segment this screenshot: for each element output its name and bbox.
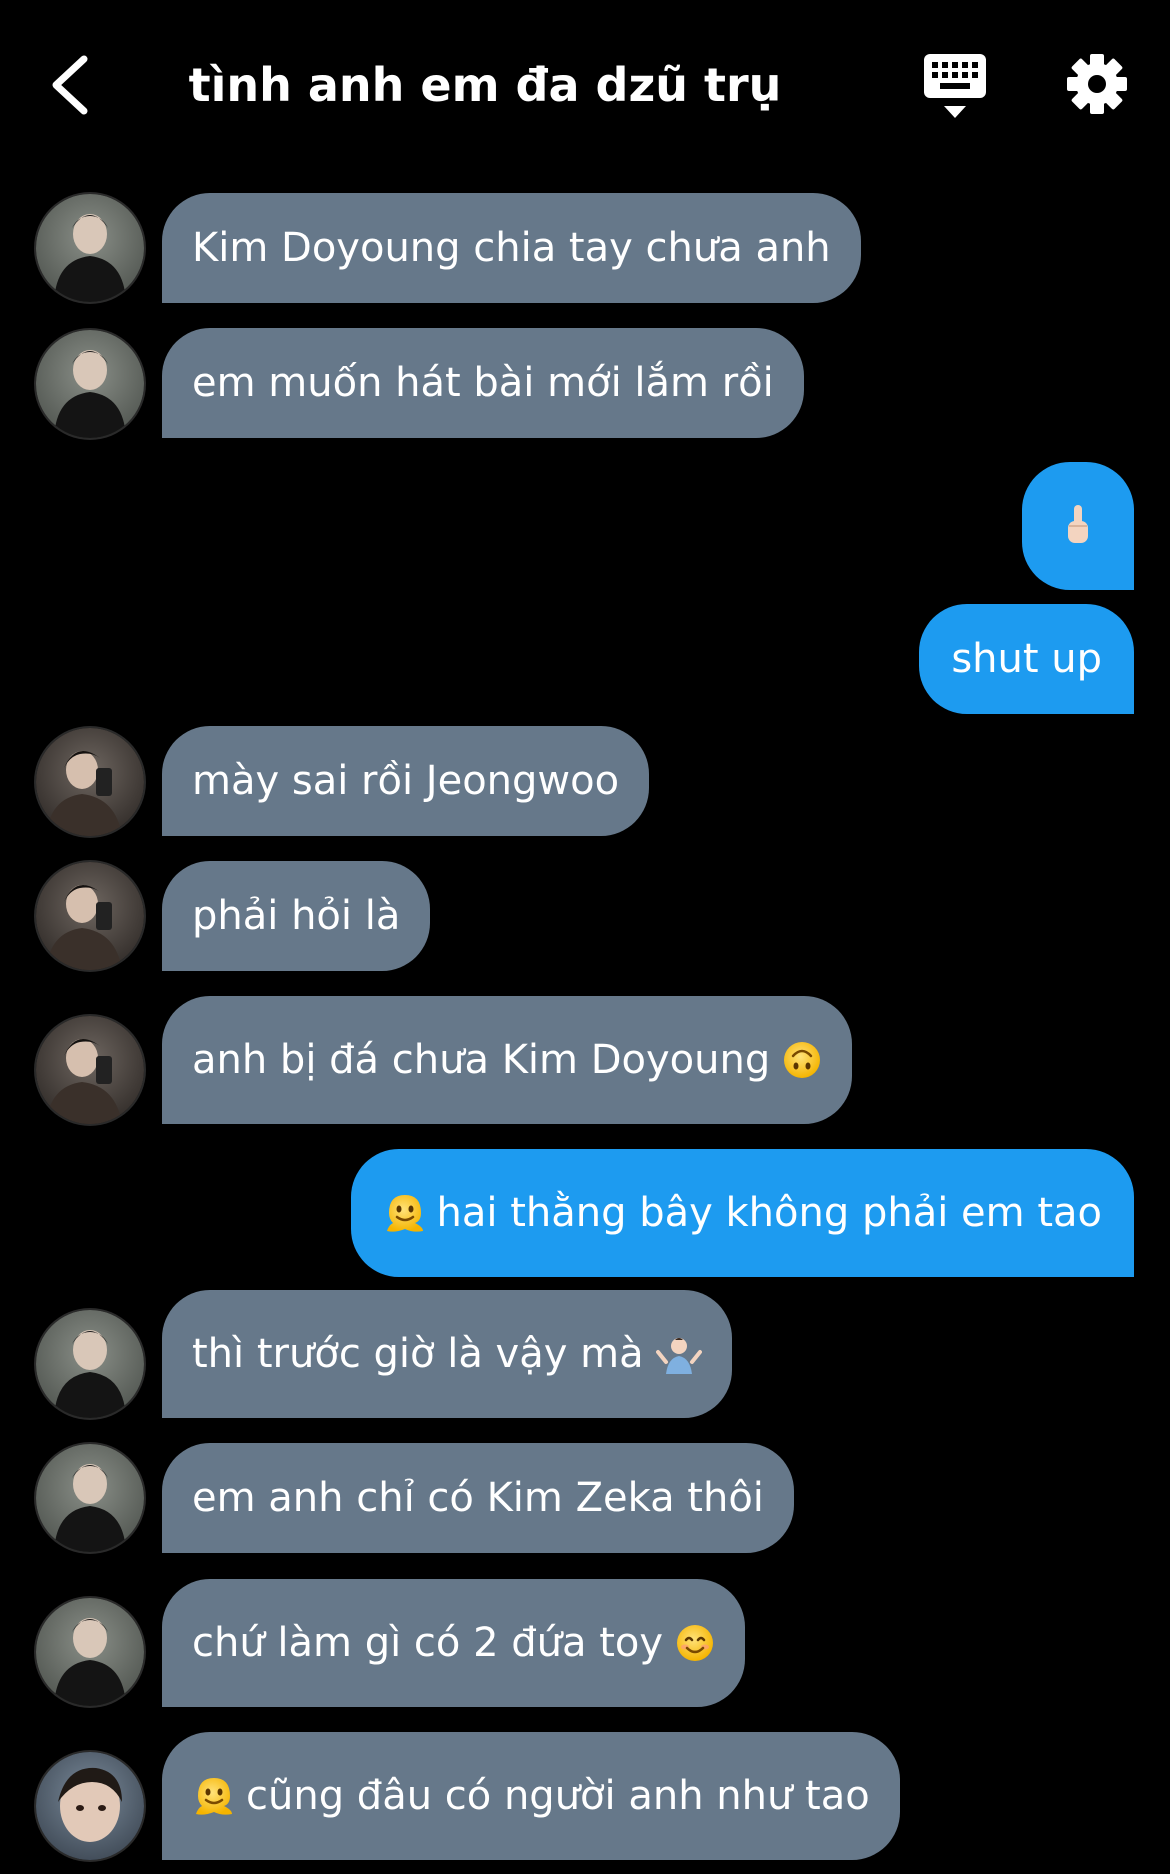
message-text: cũng đâu có người anh như tao <box>246 1773 870 1819</box>
message-text: shut up <box>951 636 1102 682</box>
message-bubble-incoming[interactable]: thì trước giờ là vậy mà <box>162 1290 732 1418</box>
message-bubble-outgoing[interactable]: shut up <box>919 604 1134 714</box>
settings-button[interactable] <box>1065 52 1129 116</box>
message-bubble-incoming[interactable]: cũng đâu có người anh như tao <box>162 1732 900 1860</box>
chat-title: tình anh em đa dzũ trụ <box>188 58 782 112</box>
message-text: phải hỏi là <box>192 893 401 939</box>
upside-down-face-emoji <box>784 1042 821 1078</box>
message-text: chứ làm gì có 2 đứa toy <box>192 1620 664 1666</box>
melting-face-emoji <box>386 1195 423 1232</box>
back-button[interactable] <box>40 50 100 120</box>
avatar-mirror-selfie[interactable] <box>36 728 144 836</box>
gear-icon <box>1067 54 1127 114</box>
message-text: em anh chỉ có Kim Zeka thôi <box>192 1475 764 1521</box>
chat-header: tình anh em đa dzũ trụ <box>0 0 1170 170</box>
message-bubble-incoming[interactable]: chứ làm gì có 2 đứa toy <box>162 1579 746 1707</box>
shrug-emoji <box>655 1338 702 1374</box>
avatar-leather-jacket[interactable] <box>36 1444 144 1552</box>
melting-face-emoji <box>196 1778 232 1815</box>
avatar-leather-jacket[interactable] <box>36 1598 144 1706</box>
keyboard-icon <box>924 54 986 118</box>
message-text: hai thằng bây không phải em tao <box>436 1190 1102 1236</box>
avatar-leather-jacket[interactable] <box>36 194 144 302</box>
message-bubble-incoming[interactable]: em muốn hát bài mới lắm rồi <box>162 328 804 438</box>
message-bubble-outgoing[interactable]: hai thằng bây không phải em tao <box>350 1149 1134 1277</box>
message-bubble-incoming[interactable]: anh bị đá chưa Kim Doyoung <box>162 996 853 1124</box>
chevron-left-icon <box>52 55 88 115</box>
avatar-leather-jacket[interactable] <box>36 330 144 438</box>
message-text: anh bị đá chưa Kim Doyoung <box>192 1037 771 1083</box>
message-text: mày sai rồi Jeongwoo <box>192 758 620 804</box>
avatar-leather-jacket[interactable] <box>36 1310 144 1418</box>
avatar-mirror-selfie[interactable] <box>36 1016 144 1124</box>
message-bubble-incoming[interactable]: mày sai rồi Jeongwoo <box>162 726 650 836</box>
smiling-face-emoji <box>677 1625 714 1661</box>
avatar-close-up[interactable] <box>36 1752 144 1860</box>
message-text: thì trước giờ là vậy mà <box>192 1331 644 1377</box>
message-text: Kim Doyoung chia tay chưa anh <box>192 225 831 271</box>
message-bubble-outgoing[interactable] <box>1022 462 1134 590</box>
keyboard-button[interactable] <box>920 50 990 122</box>
pointing-up-hand-emoji <box>1068 505 1088 543</box>
message-bubble-incoming[interactable]: em anh chỉ có Kim Zeka thôi <box>162 1443 794 1553</box>
message-bubble-incoming[interactable]: phải hỏi là <box>162 861 431 971</box>
avatar-mirror-selfie[interactable] <box>36 862 144 970</box>
message-bubble-incoming[interactable]: Kim Doyoung chia tay chưa anh <box>162 193 861 303</box>
message-text: em muốn hát bài mới lắm rồi <box>192 360 774 406</box>
